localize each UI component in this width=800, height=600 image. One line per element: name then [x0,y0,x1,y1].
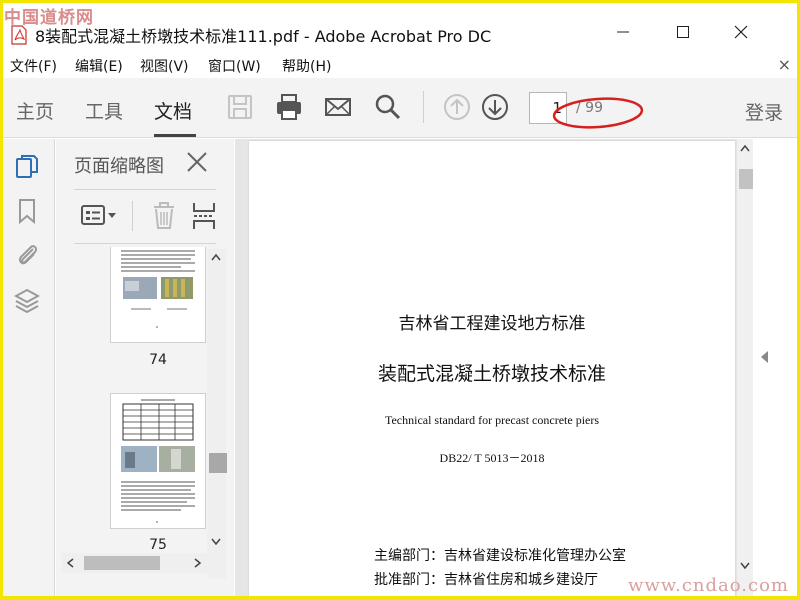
document-page: 吉林省工程建设地方标准 装配式混凝土桥墩技术标准 Technical stand… [249,141,735,596]
layers-icon[interactable] [14,287,40,315]
document-code: DB22/ T 5013－2018 [439,451,545,465]
thumbnail-page-75[interactable] [110,393,206,529]
arrow-up-icon[interactable] [442,92,472,122]
document-viewer[interactable]: 吉林省工程建设地方标准 装配式混凝土桥墩技术标准 Technical stand… [235,139,753,596]
close-window-button[interactable] [721,17,761,47]
thumbnail-scrollbar[interactable] [207,249,226,579]
attachment-icon[interactable] [14,241,40,269]
panel-toolbar-divider [132,201,133,231]
delete-icon[interactable] [150,201,178,231]
collapse-right-panel-icon[interactable] [761,351,768,363]
search-icon[interactable] [373,92,403,122]
watermark-bottom: www.cndao.com [628,575,789,596]
close-panel-icon[interactable] [184,149,210,175]
menu-help[interactable]: 帮助(H) [282,56,331,76]
editor-department: 主编部门：吉林省建设标准化管理办公室 [374,548,626,564]
save-icon[interactable] [225,92,255,122]
scroll-up-icon[interactable] [211,253,221,261]
doc-scroll-grip[interactable] [739,169,753,189]
toolbar: 主页 工具 文档 1 / 99 登录 [3,78,797,138]
left-navigation-rail [3,139,55,596]
title-bar: 中国道桥网 8装配式混凝土桥墩技术标准111.pdf - Adobe Acrob… [3,3,797,53]
toolbar-divider [423,91,424,123]
thumbnail-scroll-grip[interactable] [209,453,227,473]
horizontal-scroll-grip[interactable] [84,556,160,570]
print-icon[interactable] [274,92,304,122]
bookmark-icon[interactable] [14,197,40,225]
menu-bar: 文件(F) 编辑(E) 视图(V) 窗口(W) 帮助(H) × [3,53,797,77]
panel-divider [74,189,216,190]
scroll-left-icon[interactable] [66,558,74,568]
page-thumbnails-icon[interactable] [14,153,40,181]
menu-edit[interactable]: 编辑(E) [75,56,123,76]
menu-file[interactable]: 文件(F) [10,56,57,76]
thumbnail-horizontal-scrollbar[interactable] [62,553,208,573]
thumbnail-page-74[interactable] [110,247,206,343]
email-icon[interactable] [323,92,353,122]
panel-divider [74,243,216,244]
arrow-down-icon[interactable] [480,92,510,122]
doc-scroll-down-icon[interactable] [740,562,750,570]
minimize-icon [617,31,629,33]
thumbnail-panel: 页面缩略图 74 75 [56,139,234,596]
panel-title: 页面缩略图 [74,156,164,177]
annotation-ellipse [552,97,644,129]
thumbnail-page-content [121,250,195,328]
page-layout-icon[interactable] [190,201,218,231]
minimize-button[interactable] [603,17,643,47]
menu-window[interactable]: 窗口(W) [208,56,261,76]
app-window: 中国道桥网 8装配式混凝土桥墩技术标准111.pdf - Adobe Acrob… [3,3,797,596]
close-document-button[interactable]: × [778,55,791,74]
close-icon [734,25,748,39]
scroll-right-icon[interactable] [194,558,202,568]
menu-view[interactable]: 视图(V) [140,56,189,76]
approval-department: 批准部门：吉林省住房和城乡建设厅 [374,572,598,588]
tab-home[interactable]: 主页 [16,97,54,124]
scroll-down-icon[interactable] [211,538,221,546]
document-title-line1: 吉林省工程建设地方标准 [398,314,586,334]
document-scrollbar[interactable] [737,139,753,596]
login-link[interactable]: 登录 [745,98,783,125]
active-tab-indicator [154,134,196,137]
thumbnail-options-icon[interactable] [80,203,120,227]
thumbnail-label-74: 74 [149,352,167,368]
pdf-file-icon [11,25,27,45]
maximize-icon [677,26,689,38]
tab-tools[interactable]: 工具 [85,97,123,124]
document-title-line2: 装配式混凝土桥墩技术标准 [377,363,606,385]
maximize-button[interactable] [663,17,703,47]
thumbnail-page-content [121,399,195,523]
window-title: 8装配式混凝土桥墩技术标准111.pdf - Adobe Acrobat Pro… [35,27,492,46]
tab-document[interactable]: 文档 [154,97,192,124]
thumbnail-list[interactable]: 74 75 [74,247,226,579]
document-english-title: Technical standard for precast concrete … [384,413,600,427]
doc-scroll-up-icon[interactable] [740,144,750,152]
thumbnail-label-75: 75 [149,537,167,553]
